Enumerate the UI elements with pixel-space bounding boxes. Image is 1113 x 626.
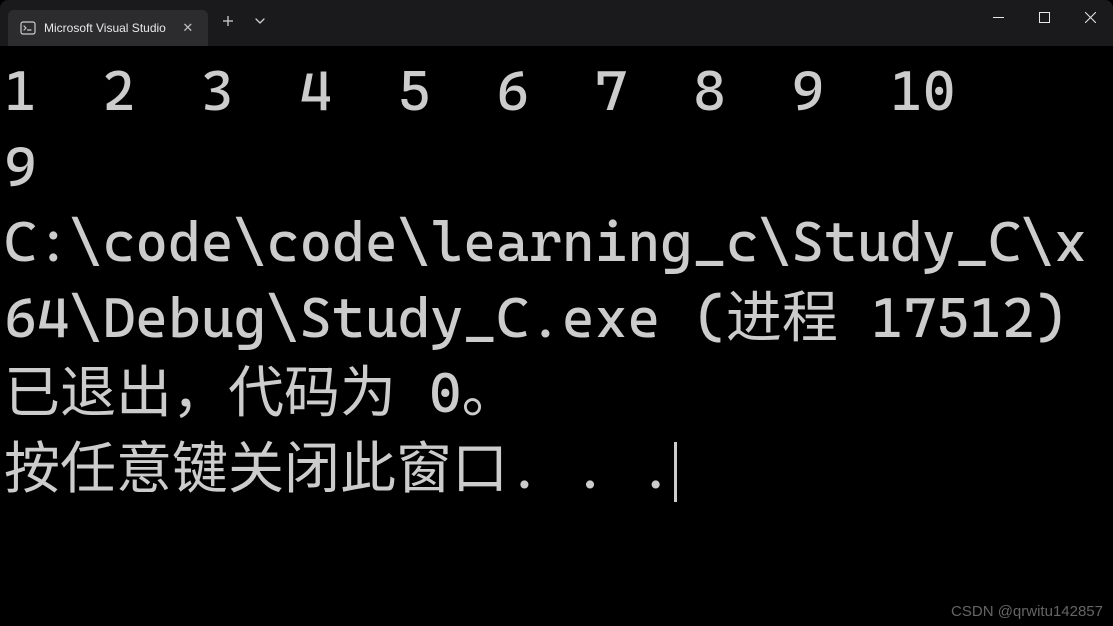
terminal-icon: [20, 20, 36, 36]
tab-actions: [212, 0, 276, 46]
tab-active[interactable]: Microsoft Visual Studio ✕: [8, 10, 208, 46]
titlebar: Microsoft Visual Studio ✕: [0, 0, 1113, 46]
tab-dropdown-button[interactable]: [244, 5, 276, 37]
titlebar-left: Microsoft Visual Studio ✕: [0, 0, 276, 46]
maximize-button[interactable]: [1021, 0, 1067, 34]
terminal-line: 1 2 3 4 5 6 7 8 9 10: [4, 54, 1109, 130]
window-controls: [975, 0, 1113, 46]
tab-title: Microsoft Visual Studio: [44, 21, 166, 35]
close-button[interactable]: [1067, 0, 1113, 34]
minimize-button[interactable]: [975, 0, 1021, 34]
watermark: CSDN @qrwitu142857: [951, 603, 1103, 620]
terminal-line: 按任意键关闭此窗口. . .: [4, 432, 1109, 508]
terminal-line: 9: [4, 130, 1109, 206]
terminal-content: 1 2 3 4 5 6 7 8 9 109C:\code\code\learni…: [4, 54, 1109, 508]
new-tab-button[interactable]: [212, 5, 244, 37]
tab-close-button[interactable]: ✕: [180, 20, 196, 36]
terminal-line: C:\code\code\learning_c\Study_C\x64\Debu…: [4, 205, 1109, 432]
cursor: [674, 442, 677, 502]
terminal[interactable]: 1 2 3 4 5 6 7 8 9 109C:\code\code\learni…: [0, 46, 1113, 626]
